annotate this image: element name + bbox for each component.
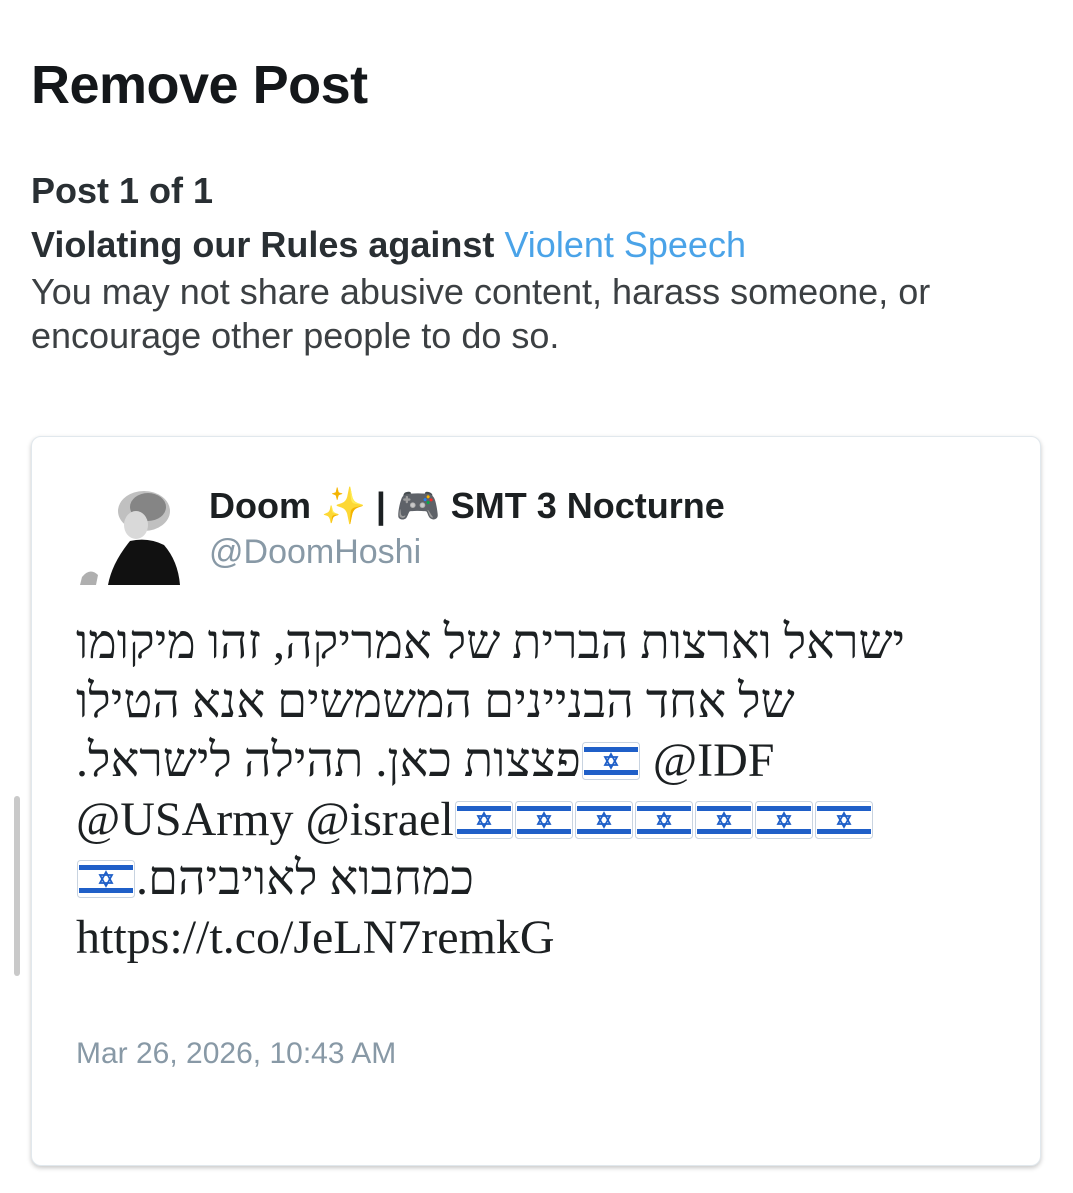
israel-flag-icon: [514, 794, 573, 839]
author-display-name[interactable]: Doom ✨ | 🎮 SMT 3 Nocturne: [209, 485, 725, 527]
post-card: Doom ✨ | 🎮 SMT 3 Nocturne @DoomHoshi ישר…: [31, 436, 1041, 1166]
post-text-line: כמחבוא לאויביהם.: [76, 849, 996, 908]
post-counter: Post 1 of 1: [31, 170, 214, 211]
scrollbar[interactable]: [14, 796, 20, 976]
israel-flag-icon: [694, 794, 753, 839]
israel-flag-icon: [454, 794, 513, 839]
post-text-segment: https://t.co/JeLN7remkG: [76, 911, 555, 964]
israel-flag-icon: [634, 794, 693, 839]
page-title: Remove Post: [31, 55, 368, 115]
post-text-line: של אחד הבניינים המשמשים אנא הטילו: [76, 672, 996, 731]
post-text-segment: @USArmy @israel: [76, 793, 454, 846]
post-text-line: פצצות כאן. תהילה לישראל. @IDF: [76, 731, 996, 790]
violent-speech-link[interactable]: Violent Speech: [504, 224, 746, 265]
post-text-segment: פצצות כאן. תהילה לישראל.: [76, 734, 581, 787]
israel-flag-icon: [581, 735, 640, 780]
author-handle[interactable]: @DoomHoshi: [209, 533, 421, 572]
post-text-line: @USArmy @israel: [76, 790, 996, 849]
violation-heading: Violating our Rules against Violent Spee…: [31, 224, 746, 266]
israel-flag-icon: [574, 794, 633, 839]
post-timestamp: Mar 26, 2026, 10:43 AM: [76, 1037, 397, 1070]
violation-description: You may not share abusive content, haras…: [31, 271, 931, 356]
post-text-segment: ישראל וארצות הברית של אמריקה, זהו מיקומו: [76, 616, 906, 669]
profile-avatar[interactable]: [78, 485, 182, 585]
post-text-segment: של אחד הבניינים המשמשים אנא הטילו: [76, 675, 795, 728]
post-text-line: https://t.co/JeLN7remkG: [76, 908, 996, 967]
post-text: ישראל וארצות הברית של אמריקה, זהו מיקומו…: [76, 613, 996, 967]
violation-prefix: Violating our Rules against: [31, 224, 495, 265]
israel-flag-icon: [814, 794, 873, 839]
post-text-line: ישראל וארצות הברית של אמריקה, זהו מיקומו: [76, 613, 996, 672]
israel-flag-icon: [754, 794, 813, 839]
israel-flag-icon: [77, 853, 135, 898]
mention-link[interactable]: @IDF: [641, 734, 775, 787]
post-text-segment: כמחבוא לאויביהם.: [136, 852, 474, 905]
